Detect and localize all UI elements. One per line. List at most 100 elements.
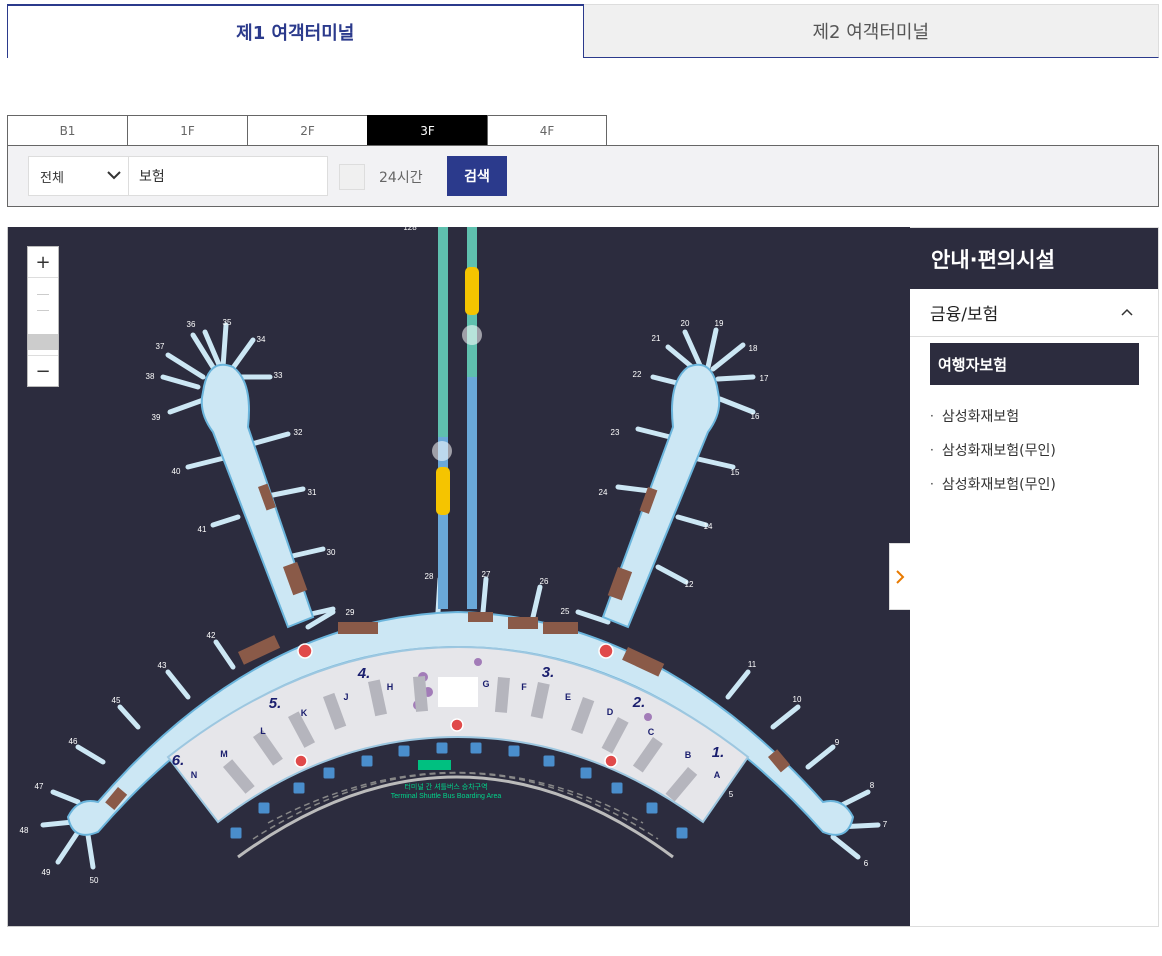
category-select-value: 전체 <box>40 170 64 186</box>
svg-text:1.: 1. <box>712 744 725 761</box>
floor-tab-2f[interactable]: 2F <box>247 115 367 146</box>
svg-text:30: 30 <box>327 548 336 557</box>
floor-tab-b1[interactable]: B1 <box>7 115 127 146</box>
svg-text:23: 23 <box>611 428 620 437</box>
svg-text:36: 36 <box>187 320 196 329</box>
svg-text:45: 45 <box>112 696 121 705</box>
svg-text:2.: 2. <box>632 694 646 711</box>
svg-text:M: M <box>220 749 228 759</box>
bullet-icon: · <box>930 443 934 457</box>
svg-text:27: 27 <box>482 570 491 579</box>
svg-text:22: 22 <box>633 370 642 379</box>
24h-label: 24시간 <box>379 170 423 186</box>
svg-text:18: 18 <box>749 344 758 353</box>
tab-terminal-2[interactable]: 제2 여객터미널 <box>583 4 1159 58</box>
svg-text:128: 128 <box>403 227 417 232</box>
zoom-out-button[interactable]: − <box>28 356 58 386</box>
svg-text:41: 41 <box>198 525 207 534</box>
svg-text:17: 17 <box>760 374 769 383</box>
terminal-tabs: 제1 여객터미널 제2 여객터미널 <box>7 4 1159 58</box>
floor-tab-4f[interactable]: 4F <box>487 115 607 146</box>
svg-text:H: H <box>387 682 394 692</box>
svg-text:N: N <box>191 770 198 780</box>
svg-text:E: E <box>565 692 571 702</box>
svg-text:42: 42 <box>207 631 216 640</box>
chevron-down-icon <box>107 171 121 180</box>
list-item[interactable]: · 삼성화재보험(무인) <box>930 467 1158 501</box>
search-button[interactable]: 검색 <box>447 156 507 196</box>
bullet-icon: · <box>930 409 934 423</box>
svg-text:31: 31 <box>308 488 317 497</box>
svg-text:8: 8 <box>870 781 875 790</box>
svg-text:6: 6 <box>864 859 869 868</box>
svg-text:3.: 3. <box>542 664 555 681</box>
svg-text:5.: 5. <box>269 695 282 712</box>
tab-terminal-1[interactable]: 제1 여객터미널 <box>7 4 584 58</box>
svg-text:J: J <box>343 692 348 702</box>
panel-title: 안내·편의시설 <box>910 228 1158 289</box>
zoom-handle[interactable] <box>28 334 58 350</box>
svg-text:7: 7 <box>883 820 888 829</box>
svg-text:D: D <box>607 707 614 717</box>
list-item[interactable]: · 삼성화재보험 <box>930 399 1158 433</box>
svg-text:43: 43 <box>158 661 167 670</box>
svg-text:A: A <box>714 770 721 780</box>
svg-text:12: 12 <box>685 580 694 589</box>
svg-text:46: 46 <box>69 737 78 746</box>
facility-panel: 안내·편의시설 금융/보험 여행자보험 · 삼성화재보험 · 삼성화재보험(무인) … <box>910 227 1159 927</box>
svg-text:15: 15 <box>731 468 740 477</box>
svg-text:48: 48 <box>20 826 29 835</box>
terminal-floor-plan: 128 36 3534 373338 393240 314130 2928 27 2… <box>20 227 888 885</box>
search-input[interactable] <box>128 156 328 196</box>
svg-text:16: 16 <box>751 412 760 421</box>
svg-text:11: 11 <box>748 660 757 669</box>
train-car <box>465 267 479 315</box>
svg-text:9: 9 <box>835 738 840 747</box>
svg-text:14: 14 <box>704 522 713 531</box>
bullet-icon: · <box>930 477 934 491</box>
category-finance-insurance[interactable]: 금융/보험 <box>910 289 1158 337</box>
svg-text:26: 26 <box>540 577 549 586</box>
svg-text:47: 47 <box>35 782 44 791</box>
svg-text:10: 10 <box>793 695 802 704</box>
svg-text:25: 25 <box>561 607 570 616</box>
zoom-control: + − <box>27 246 59 387</box>
svg-text:40: 40 <box>172 467 181 476</box>
zoom-slider[interactable] <box>28 277 58 356</box>
svg-text:20: 20 <box>681 319 690 328</box>
train-car <box>436 467 450 515</box>
svg-text:34: 34 <box>257 335 266 344</box>
facility-list: · 삼성화재보험 · 삼성화재보험(무인) · 삼성화재보험(무인) <box>910 399 1158 501</box>
panel-toggle-button[interactable] <box>889 543 911 610</box>
svg-text:33: 33 <box>274 371 283 380</box>
chevron-up-icon <box>1121 308 1133 316</box>
svg-text:35: 35 <box>223 318 232 327</box>
svg-text:4.: 4. <box>357 665 371 682</box>
24h-checkbox[interactable] <box>339 164 365 190</box>
svg-text:49: 49 <box>42 868 51 877</box>
svg-text:Terminal Shuttle Bus Boarding: Terminal Shuttle Bus Boarding Area <box>391 793 502 800</box>
svg-text:L: L <box>260 726 266 736</box>
subcategory-travel-insurance[interactable]: 여행자보험 <box>930 343 1139 385</box>
svg-text:터미널 간 셔틀버스 승차구역: 터미널 간 셔틀버스 승차구역 <box>404 782 487 791</box>
svg-text:5: 5 <box>729 790 734 799</box>
svg-text:G: G <box>482 679 489 689</box>
svg-text:24: 24 <box>599 488 608 497</box>
svg-text:K: K <box>301 708 308 718</box>
terminal-map[interactable]: 128 36 35 34 37 33 38 39 32 40 31 41 30 29 28 27 2… <box>7 227 911 927</box>
svg-text:6.: 6. <box>172 752 185 769</box>
svg-text:50: 50 <box>90 876 99 885</box>
zoom-in-button[interactable]: + <box>28 247 58 277</box>
chevron-right-icon <box>896 569 905 584</box>
floor-tab-1f[interactable]: 1F <box>127 115 247 146</box>
floor-tab-3f[interactable]: 3F <box>367 115 487 146</box>
svg-text:B: B <box>685 750 692 760</box>
svg-text:38: 38 <box>146 372 155 381</box>
floor-tabs: B1 1F 2F 3F 4F <box>7 115 607 146</box>
svg-text:37: 37 <box>156 342 165 351</box>
category-select[interactable]: 전체 <box>28 156 129 196</box>
search-bar: 전체 24시간 검색 <box>7 145 1159 207</box>
svg-text:19: 19 <box>715 319 724 328</box>
svg-text:28: 28 <box>425 572 434 581</box>
list-item[interactable]: · 삼성화재보험(무인) <box>930 433 1158 467</box>
